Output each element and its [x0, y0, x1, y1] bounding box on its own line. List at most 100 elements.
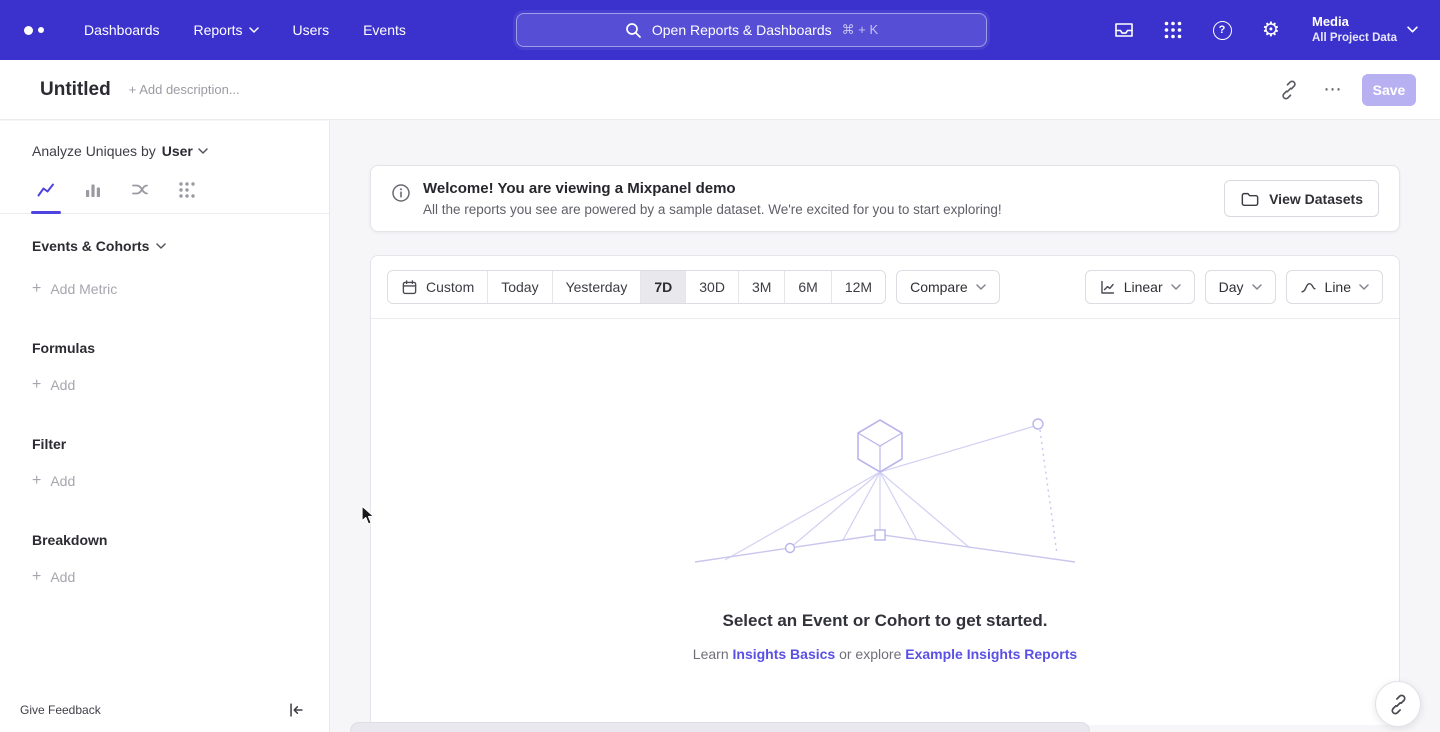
chevron-down-icon — [156, 243, 166, 249]
collapse-left-icon — [287, 701, 305, 719]
range-today-label: Today — [501, 279, 538, 295]
empty-state: Select an Event or Cohort to get started… — [371, 414, 1399, 662]
search-icon — [625, 22, 642, 39]
nav-users[interactable]: Users — [293, 22, 330, 38]
insights-report-card: Custom Today Yesterday 7D 30D 3M 6M 12M … — [370, 255, 1400, 725]
add-description[interactable]: + Add description... — [129, 82, 240, 97]
formulas-label: Formulas — [32, 340, 95, 356]
insights-basics-link[interactable]: Insights Basics — [733, 646, 836, 662]
report-toolbar: Custom Today Yesterday 7D 30D 3M 6M 12M … — [371, 256, 1399, 319]
tab-flows[interactable] — [130, 180, 150, 213]
query-builder-sidebar: Analyze Uniques by User — [0, 121, 330, 732]
example-reports-link[interactable]: Example Insights Reports — [905, 646, 1077, 662]
nav-dashboards[interactable]: Dashboards — [84, 22, 160, 38]
nav-events[interactable]: Events — [363, 22, 406, 38]
range-30d[interactable]: 30D — [685, 271, 738, 303]
range-yesterday[interactable]: Yesterday — [552, 271, 641, 303]
welcome-title: Welcome! You are viewing a Mixpanel demo — [423, 180, 1002, 197]
save-button[interactable]: Save — [1362, 74, 1416, 106]
formulas-section: Formulas — [0, 340, 329, 356]
interval-dropdown[interactable]: Day — [1205, 270, 1276, 304]
add-metric-label: Add Metric — [50, 281, 117, 297]
filter-section: Filter — [0, 436, 329, 452]
project-selector[interactable]: Media All Project Data — [1312, 14, 1418, 46]
inbox-button[interactable] — [1112, 18, 1136, 42]
chart-controls: Linear Day Line — [1085, 270, 1383, 304]
events-cohorts-section[interactable]: Events & Cohorts — [0, 238, 329, 254]
events-cohorts-label: Events & Cohorts — [32, 238, 149, 254]
add-filter-button[interactable]: + Add — [0, 473, 329, 489]
give-feedback-link[interactable]: Give Feedback — [20, 703, 101, 717]
ellipsis-icon: ⋯ — [1324, 79, 1343, 100]
range-6m[interactable]: 6M — [784, 271, 830, 303]
scale-dropdown[interactable]: Linear — [1085, 270, 1195, 304]
mixpanel-logo[interactable] — [24, 26, 44, 35]
range-today[interactable]: Today — [487, 271, 551, 303]
settings-button[interactable]: ⚙ — [1259, 18, 1283, 42]
explore-middle: or explore — [839, 646, 901, 662]
compare-label: Compare — [910, 279, 968, 295]
report-header: Untitled + Add description... ⋯ Save — [0, 60, 1440, 120]
breakdown-section: Breakdown — [0, 532, 329, 548]
chevron-down-icon — [249, 27, 259, 33]
link-icon — [1279, 80, 1299, 100]
range-7d[interactable]: 7D — [640, 271, 685, 303]
search-shortcut: ⌘ + K — [842, 22, 879, 38]
add-breakdown-button[interactable]: + Add — [0, 569, 329, 585]
folder-icon — [1240, 190, 1260, 208]
compare-button[interactable]: Compare — [896, 270, 1000, 304]
chart-type-dropdown[interactable]: Line — [1286, 270, 1383, 304]
empty-state-links: Learn Insights Basics or explore Example… — [371, 646, 1399, 662]
report-header-actions: ⋯ Save — [1274, 74, 1416, 106]
chart-type-label: Line — [1325, 279, 1351, 295]
scale-label: Linear — [1124, 279, 1163, 295]
plus-icon: + — [32, 473, 41, 489]
add-formula-label: Add — [50, 377, 75, 393]
line-type-icon — [1300, 279, 1317, 296]
tab-retention[interactable] — [177, 180, 197, 213]
share-link-button[interactable] — [1375, 681, 1421, 727]
nav-reports[interactable]: Reports — [194, 22, 259, 38]
nav-reports-label: Reports — [194, 22, 243, 38]
learn-prefix: Learn — [693, 646, 729, 662]
collapse-sidebar-button[interactable] — [287, 701, 305, 719]
report-canvas: Welcome! You are viewing a Mixpanel demo… — [330, 121, 1440, 732]
range-custom-label: Custom — [426, 279, 474, 295]
range-30d-label: 30D — [699, 279, 725, 295]
chevron-down-icon — [976, 284, 986, 290]
copy-link-button[interactable] — [1274, 75, 1304, 105]
global-search[interactable]: Open Reports & Dashboards ⌘ + K — [516, 13, 987, 47]
nav-events-label: Events — [363, 22, 406, 38]
more-options-button[interactable]: ⋯ — [1318, 75, 1348, 105]
plus-icon: + — [32, 377, 41, 393]
breakdown-label: Breakdown — [32, 532, 107, 548]
project-scope: All Project Data — [1312, 31, 1397, 46]
view-datasets-button[interactable]: View Datasets — [1224, 180, 1379, 217]
add-formula-button[interactable]: + Add — [0, 377, 329, 393]
metric-type-tabs — [0, 159, 329, 214]
analyze-by-dropdown[interactable]: User — [162, 143, 208, 159]
range-custom[interactable]: Custom — [388, 271, 487, 303]
top-nav-actions: ? ⚙ Media All Project Data — [1112, 0, 1418, 60]
range-12m[interactable]: 12M — [831, 271, 885, 303]
interval-label: Day — [1219, 279, 1244, 295]
top-nav: Dashboards Reports Users Events Open Rep… — [0, 0, 1440, 60]
date-range-segmented-control: Custom Today Yesterday 7D 30D 3M 6M 12M — [387, 270, 886, 304]
help-button[interactable]: ? — [1210, 18, 1234, 42]
tab-linechart[interactable] — [36, 180, 56, 213]
tab-barchart[interactable] — [83, 180, 103, 213]
search-placeholder: Open Reports & Dashboards — [652, 22, 832, 38]
range-6m-label: 6M — [798, 279, 817, 295]
range-3m[interactable]: 3M — [738, 271, 784, 303]
inbox-icon — [1113, 20, 1135, 40]
logo-dot-icon — [24, 26, 33, 35]
welcome-text: Welcome! You are viewing a Mixpanel demo… — [423, 180, 1002, 217]
report-title[interactable]: Untitled — [40, 79, 111, 101]
bar-chart-icon — [83, 180, 103, 200]
add-metric-button[interactable]: + Add Metric — [0, 281, 329, 297]
view-datasets-label: View Datasets — [1269, 191, 1363, 207]
chevron-down-icon — [1407, 26, 1418, 33]
retention-grid-icon — [177, 180, 197, 200]
apps-grid-button[interactable] — [1161, 18, 1185, 42]
project-selector-text: Media All Project Data — [1312, 14, 1397, 46]
